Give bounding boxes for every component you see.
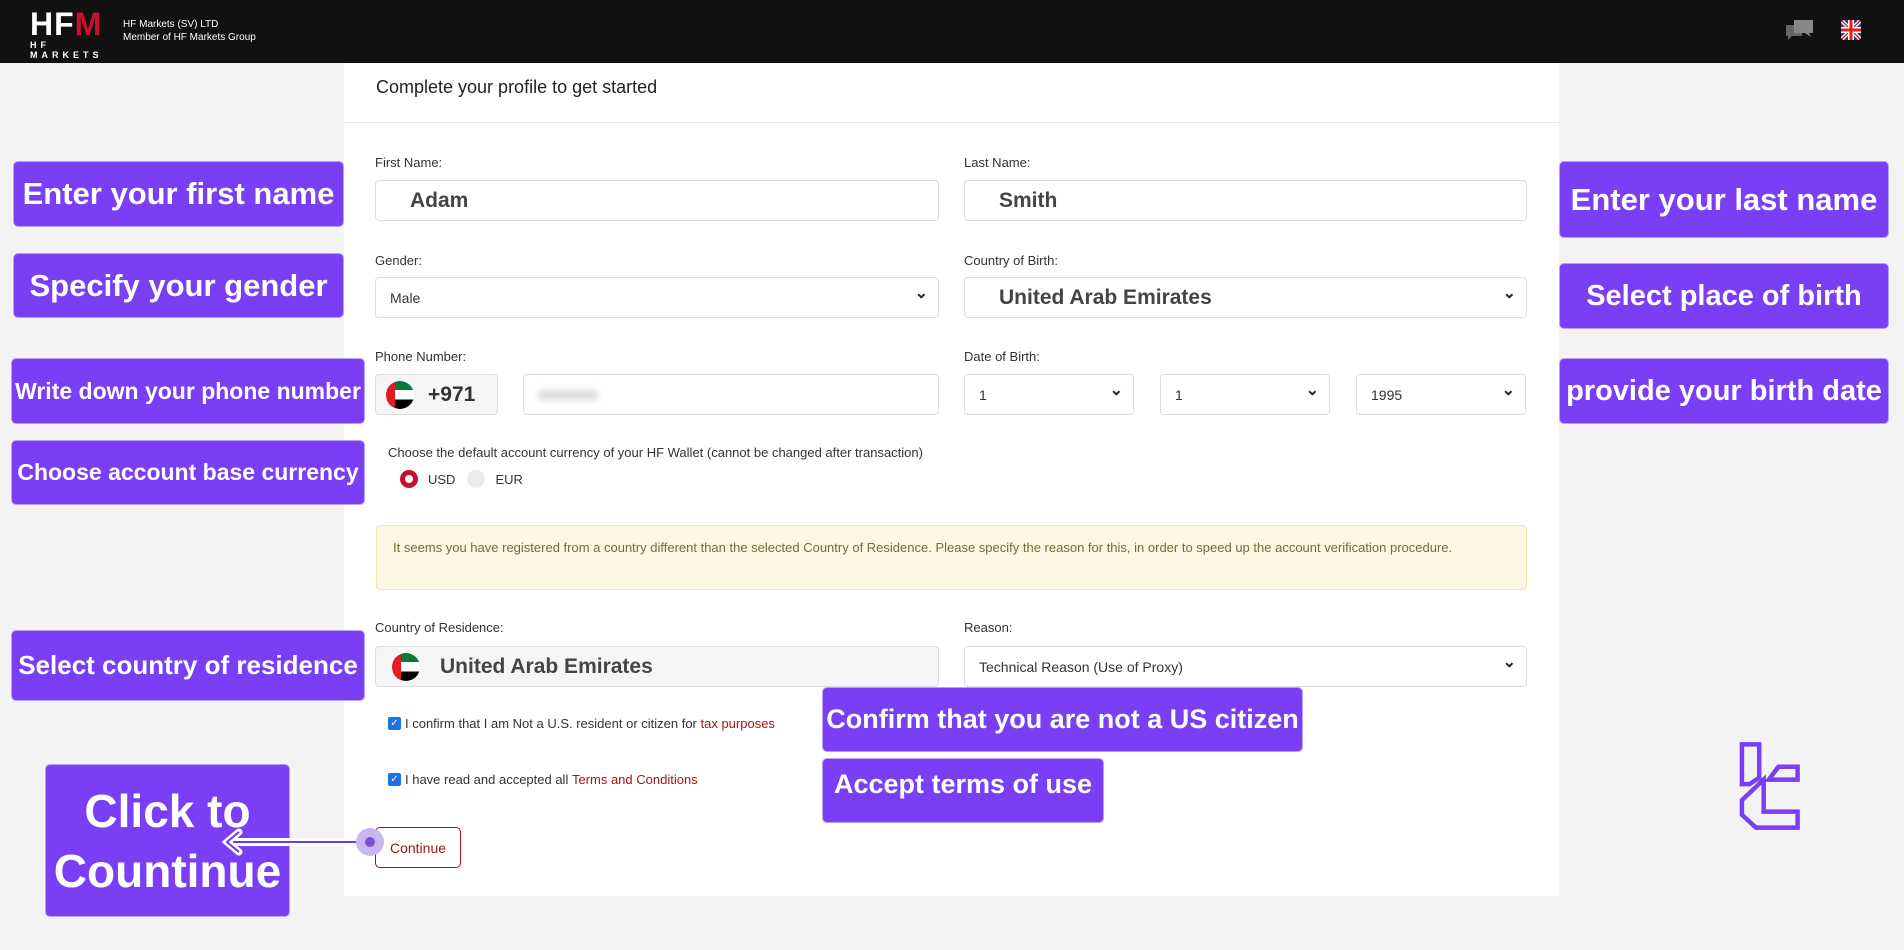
annotation-last-name: Enter your last name [1559, 161, 1889, 238]
last-name-label: Last Name: [964, 155, 1031, 170]
annotation-residence: Select country of residence [11, 630, 365, 701]
blurred-phone [538, 389, 598, 400]
continue-button[interactable]: Continue [375, 827, 461, 868]
reason-label: Reason: [964, 620, 1013, 635]
us-confirm-text: I confirm that I am Not a U.S. resident … [405, 716, 701, 731]
eur-label: EUR [495, 471, 523, 487]
residence-value: United Arab Emirates [440, 654, 653, 678]
annotation-us-citizen: Confirm that you are not a US citizen [822, 687, 1303, 752]
gender-select[interactable]: Male [375, 277, 939, 318]
dob-label: Date of Birth: [964, 349, 1040, 364]
uk-flag-icon[interactable] [1841, 20, 1861, 40]
us-confirm-checkbox-row: ✓ I confirm that I am Not a U.S. residen… [388, 716, 775, 731]
phone-code[interactable]: +971 [375, 374, 498, 415]
form-title: Complete your profile to get started [376, 77, 658, 97]
first-name-label: First Name: [375, 155, 443, 170]
phone-input[interactable] [523, 374, 939, 415]
terms-checkbox[interactable]: ✓ [388, 773, 401, 786]
uae-flag-icon [392, 652, 420, 681]
terms-checkbox-row: ✓ I have read and accepted all Terms and… [388, 772, 698, 787]
country-of-birth-label: Country of Birth: [964, 253, 1058, 268]
usd-label: USD [428, 471, 456, 487]
divider [344, 122, 1559, 123]
chat-icon[interactable] [1786, 20, 1814, 42]
annotation-first-name: Enter your first name [13, 161, 344, 227]
residence-warning: It seems you have registered from a coun… [376, 525, 1527, 590]
dob-year-select[interactable]: 1995 [1356, 374, 1526, 415]
residence-input[interactable]: United Arab Emirates [375, 646, 939, 687]
terms-text: I have read and accepted all [405, 772, 572, 787]
reason-select[interactable]: Technical Reason (Use of Proxy) [964, 646, 1527, 687]
uae-flag-icon [386, 380, 414, 409]
tax-purposes-link[interactable]: tax purposes [701, 716, 775, 731]
usd-radio[interactable] [400, 470, 418, 488]
company-info: HF Markets (SV) LTD Member of HF Markets… [123, 18, 256, 44]
hfm-logo[interactable]: HFM HF MARKETS [30, 8, 116, 60]
company-name: HF Markets (SV) LTD [123, 19, 219, 30]
currency-label: Choose the default account currency of y… [388, 445, 923, 460]
annotation-gender: Specify your gender [13, 253, 344, 318]
first-name-input[interactable]: Adam [375, 180, 939, 221]
last-name-input[interactable]: Smith [964, 180, 1527, 221]
country-of-birth-select[interactable]: United Arab Emirates [964, 277, 1527, 318]
dob-month-select[interactable]: 1 [1160, 374, 1330, 415]
us-confirm-checkbox[interactable]: ✓ [388, 717, 401, 730]
annotation-birth-date: provide your birth date [1559, 358, 1889, 424]
dob-day-select[interactable]: 1 [964, 374, 1134, 415]
arrow-pointer-icon [221, 828, 384, 856]
eur-radio[interactable] [467, 470, 486, 488]
annotation-currency: Choose account base currency [11, 440, 365, 505]
residence-label: Country of Residence: [375, 620, 504, 635]
currency-radio-group: USD EUR [400, 470, 523, 488]
annotation-terms: Accept terms of use [822, 758, 1104, 823]
terms-link[interactable]: Terms and Conditions [572, 772, 698, 787]
watermark-logo-icon [1739, 742, 1800, 830]
phone-code-value: +971 [428, 382, 476, 406]
company-group: Member of HF Markets Group [123, 32, 256, 43]
gender-label: Gender: [375, 253, 422, 268]
top-header: HFM HF MARKETS HF Markets (SV) LTD Membe… [0, 0, 1904, 63]
phone-label: Phone Number: [375, 349, 467, 364]
annotation-birth-place: Select place of birth [1559, 263, 1889, 329]
annotation-phone: Write down your phone number [11, 358, 365, 424]
